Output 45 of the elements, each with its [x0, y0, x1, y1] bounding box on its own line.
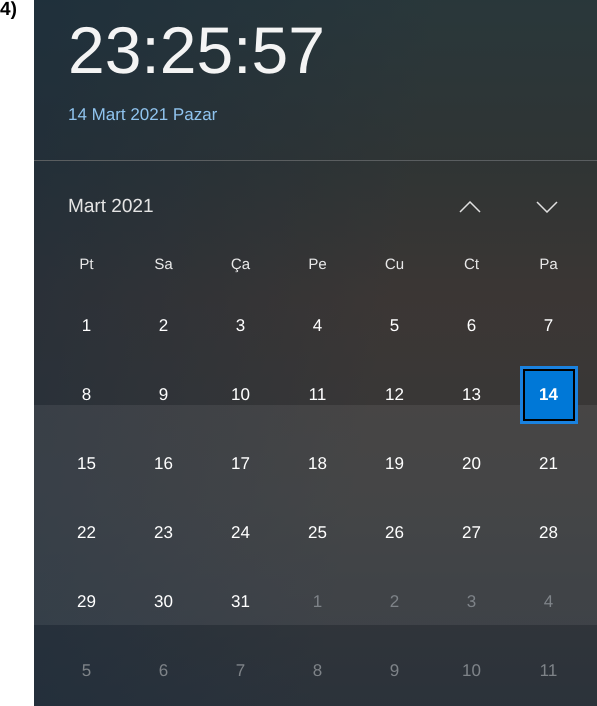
calendar-day[interactable]: 1 [58, 296, 116, 354]
calendar-day[interactable]: 9 [134, 366, 192, 424]
calendar-day[interactable]: 11 [288, 366, 346, 424]
calendar-day[interactable]: 5 [58, 642, 116, 700]
figure-label: 4) [0, 0, 17, 19]
calendar-day[interactable]: 6 [442, 296, 500, 354]
weekday-label: Pt [79, 256, 94, 272]
calendar-day[interactable]: 20 [442, 434, 500, 492]
calendar-day[interactable]: 26 [366, 504, 424, 562]
clock-time: 23:25:57 [68, 15, 325, 85]
calendar-day[interactable]: 25 [288, 504, 346, 562]
calendar-day[interactable]: 12 [366, 366, 424, 424]
weekday-label: Pe [308, 256, 327, 272]
weekday-label: Ct [464, 256, 479, 272]
calendar-day[interactable]: 14 [520, 366, 578, 424]
weekday-label: Ça [230, 256, 250, 272]
calendar-day[interactable]: 28 [520, 504, 578, 562]
calendar-day[interactable]: 13 [442, 366, 500, 424]
calendar-day[interactable]: 10 [212, 366, 270, 424]
calendar-day[interactable]: 18 [288, 434, 346, 492]
clock-date[interactable]: 14 Mart 2021 Pazar [68, 105, 218, 125]
calendar-day[interactable]: 2 [134, 296, 192, 354]
calendar-day[interactable]: 3 [212, 296, 270, 354]
calendar-day[interactable]: 5 [366, 296, 424, 354]
chevron-up-icon [458, 201, 480, 213]
weekday-label: Sa [154, 256, 173, 272]
weekday-label: Pa [539, 256, 558, 272]
calendar-day[interactable]: 21 [520, 434, 578, 492]
calendar-day[interactable]: 8 [58, 366, 116, 424]
calendar-day[interactable]: 27 [442, 504, 500, 562]
chevron-down-icon [536, 201, 558, 213]
calendar-day[interactable]: 19 [366, 434, 424, 492]
calendar-day[interactable]: 30 [134, 572, 192, 630]
calendar-day[interactable]: 29 [58, 572, 116, 630]
calendar-day[interactable]: 23 [134, 504, 192, 562]
calendar-day[interactable]: 22 [58, 504, 116, 562]
calendar-day[interactable]: 31 [212, 572, 270, 630]
calendar-day[interactable]: 7 [520, 296, 578, 354]
month-title[interactable]: Mart 2021 [68, 196, 431, 218]
calendar-day[interactable]: 24 [212, 504, 270, 562]
weekday-label: Cu [384, 256, 404, 272]
calendar-day[interactable]: 16 [134, 434, 192, 492]
calendar-day[interactable]: 15 [58, 434, 116, 492]
calendar-day[interactable]: 17 [212, 434, 270, 492]
calendar-day[interactable]: 4 [288, 296, 346, 354]
